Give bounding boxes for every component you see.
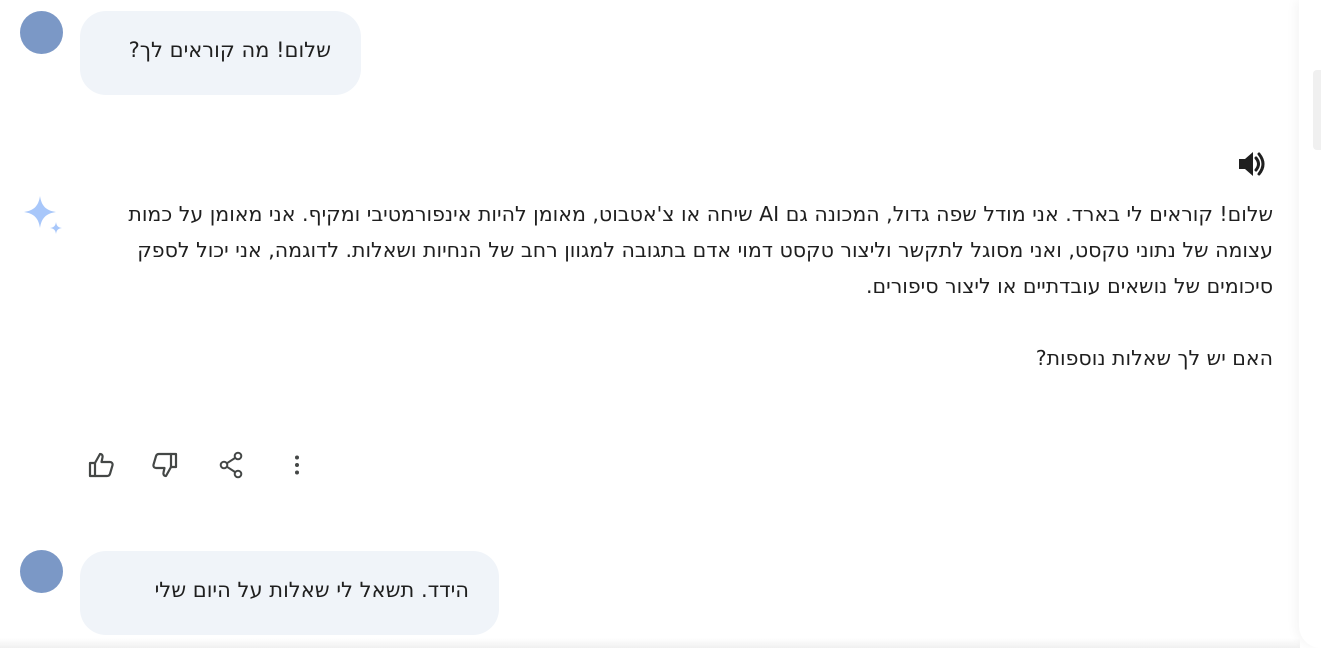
response-paragraph: האם יש לך שאלות נוספות? [1035,346,1273,370]
share-button[interactable] [212,448,250,486]
more-vert-icon [282,450,312,484]
user-avatar [20,11,63,54]
share-icon [216,450,246,484]
user-message-text: הידד. תשאל לי שאלות על היום שלי [154,578,469,602]
user-avatar [20,550,63,593]
user-message-text: שלום! מה קוראים לך? [128,38,331,62]
volume-icon[interactable] [1236,148,1270,180]
like-button[interactable] [82,448,120,486]
thumbs-down-icon [150,450,180,484]
thumbs-up-icon [86,450,116,484]
more-options-button[interactable] [278,448,316,486]
user-message-bubble: הידד. תשאל לי שאלות על היום שלי [80,551,499,635]
sparkle-icon [20,192,66,238]
user-message-bubble: שלום! מה קוראים לך? [80,11,361,95]
input-area-shadow [0,638,1300,648]
model-response: שלום! קוראים לי בארד. אני מודל שפה גדול,… [110,196,1273,376]
response-paragraph: שלום! קוראים לי בארד. אני מודל שפה גדול,… [128,202,1273,298]
chat-page: שלום! מה קוראים לך? שלום! קוראים לי בארד… [0,0,1321,648]
scroll-edge [1299,0,1321,648]
scrollbar-thumb[interactable] [1313,70,1321,150]
dislike-button[interactable] [146,448,184,486]
